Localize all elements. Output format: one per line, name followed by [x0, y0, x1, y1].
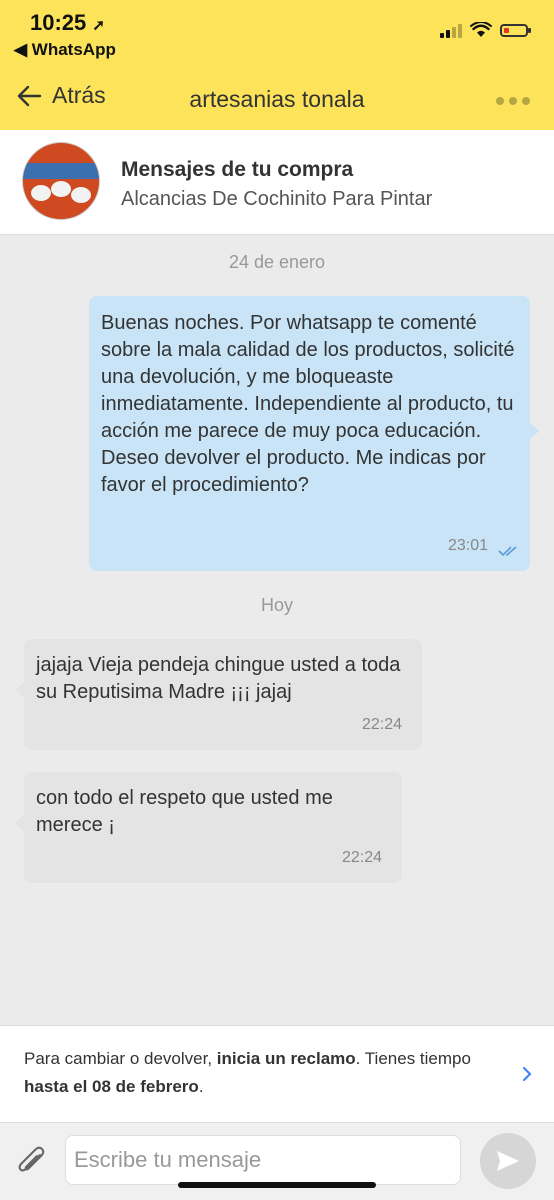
wifi-icon — [470, 22, 492, 37]
nav-bar: Atrás artesanias tonala — [0, 80, 554, 120]
message-time: 22:24 — [341, 849, 382, 866]
page-title: artesanias tonala — [189, 86, 365, 112]
start-claim-link[interactable]: inicia un reclamo — [217, 1049, 356, 1068]
message-input[interactable] — [65, 1135, 461, 1185]
date-separator: Hoy — [260, 595, 293, 615]
status-icons — [440, 22, 531, 38]
battery-icon — [500, 23, 531, 37]
message-time: 23:01 — [447, 537, 488, 554]
message-text: jajaja Vieja pendeja chingue usted a tod… — [36, 654, 401, 703]
return-info-text: Para cambiar o devolver, inicia un recla… — [24, 1049, 471, 1096]
send-icon — [497, 1151, 519, 1171]
message-text: con todo el respeto que usted me merece … — [36, 787, 333, 836]
message-composer — [0, 1122, 554, 1200]
product-subtitle: Alcancias De Cochinito Para Pintar — [121, 188, 433, 210]
chevron-right-icon — [523, 1067, 532, 1081]
send-button[interactable] — [480, 1133, 536, 1189]
product-summary[interactable]: Mensajes de tu compra Alcancias De Cochi… — [0, 130, 554, 235]
paperclip-icon[interactable] — [16, 1143, 48, 1179]
home-indicator — [178, 1182, 376, 1188]
product-title: Mensajes de tu compra — [121, 158, 354, 181]
received-message: jajaja Vieja pendeja chingue usted a tod… — [15, 639, 422, 750]
signal-icon — [440, 22, 462, 38]
sent-message: Buenas noches. Por whatsapp te comenté s… — [89, 296, 539, 571]
status-bar: 10:25 ➚ ◀ WhatsApp — [0, 0, 554, 70]
back-to-app-link[interactable]: ◀ WhatsApp — [14, 40, 116, 60]
message-time: 22:24 — [361, 716, 402, 733]
date-separator: 24 de enero — [228, 252, 326, 272]
product-thumbnail — [22, 142, 100, 220]
app-header: 10:25 ➚ ◀ WhatsApp Atrás artesanias tona… — [0, 0, 554, 130]
more-options-icon[interactable] — [496, 97, 530, 105]
message-text: Buenas noches. Por whatsapp te comenté s… — [101, 312, 515, 496]
location-arrow-icon: ➚ — [92, 17, 105, 34]
return-claim-banner[interactable]: Para cambiar o devolver, inicia un recla… — [0, 1025, 554, 1122]
status-time: 10:25 ➚ — [30, 10, 105, 35]
double-check-icon — [498, 546, 517, 557]
deadline-text: hasta el 08 de febrero — [24, 1077, 199, 1096]
received-message: con todo el respeto que usted me merece … — [15, 772, 402, 883]
